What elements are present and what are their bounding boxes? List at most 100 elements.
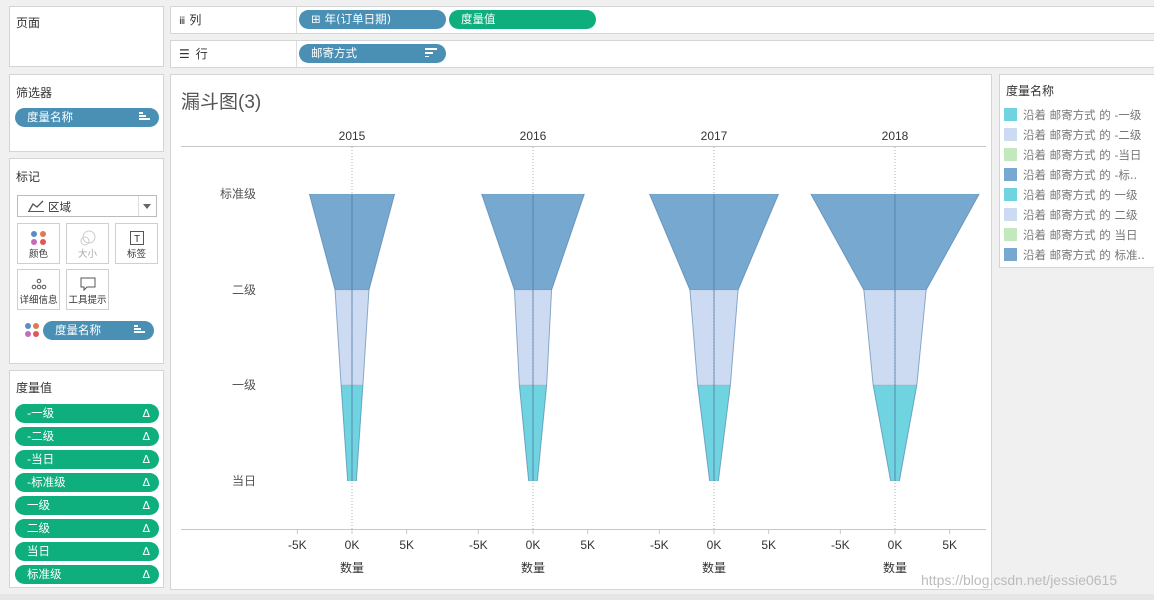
mark-type-label: 区域 [48, 200, 71, 214]
measure-values-card-title: 度量值 [16, 381, 53, 395]
legend-label: 沿着 邮寄方式 的 -标.. [1023, 168, 1138, 182]
color-button[interactable]: 颜色 [17, 223, 60, 264]
rows-shelf[interactable]: ☰ 行 邮寄方式 [170, 40, 1154, 68]
ship-mode-pill[interactable]: 邮寄方式 [299, 44, 446, 63]
y-axis-label: 一级 [232, 378, 256, 392]
measure-value-pill[interactable]: -标准级 Δ [15, 473, 159, 492]
delta-icon: Δ [142, 499, 150, 512]
tooltip-bubble-icon [67, 276, 108, 292]
detail-button[interactable]: 详细信息 [17, 269, 60, 310]
filters-card-title: 筛选器 [16, 86, 53, 100]
rows-shelf-label: ☰ 行 [179, 47, 208, 61]
filters-card: 筛选器 度量名称 [9, 74, 164, 152]
chevron-down-icon [143, 204, 151, 209]
x-tick-label: 5K [761, 538, 776, 552]
marks-card-title: 标记 [16, 170, 41, 184]
label-button[interactable]: T 标签 [115, 223, 158, 264]
legend-label: 沿着 邮寄方式 的 当日 [1023, 228, 1138, 242]
legend-card: 度量名称 沿着 邮寄方式 的 -一级 沿着 邮寄方式 的 -二级 沿着 邮寄方式 的… [999, 74, 1154, 268]
measure-value-pill[interactable]: -一级 Δ [15, 404, 159, 423]
filter-measure-names-pill[interactable]: 度量名称 [15, 108, 159, 127]
chart-view: 漏斗图(3) 标准级二级一级当日 2015 -5K 0K 5K 数量 2016 -5K 0K 5K 数… [170, 74, 992, 590]
columns-icon: iii [179, 16, 185, 27]
x-axis-title: 数量 [883, 560, 907, 575]
color-palette-icon [24, 322, 40, 341]
legend-label: 沿着 邮寄方式 的 -当日 [1023, 148, 1142, 162]
x-tick-label: 0K [345, 538, 360, 552]
rows-icon: ☰ [179, 47, 190, 61]
watermark: https://blog.csdn.net/jessie0615 [921, 572, 1118, 588]
delta-icon: Δ [142, 568, 150, 581]
funnel-chart: 漏斗图(3) 标准级二级一级当日 2015 -5K 0K 5K 数量 2016 -5K 0K 5K 数… [181, 91, 986, 575]
y-axis-label: 二级 [232, 283, 256, 297]
x-tick-label: 0K [707, 538, 722, 552]
x-tick-label: 0K [888, 538, 903, 552]
columns-shelf[interactable]: iii 列 ⊞ 年(订单日期) 度量值 [170, 6, 1154, 34]
measure-value-pill[interactable]: 当日 Δ [15, 542, 159, 561]
delta-icon: Δ [142, 476, 150, 489]
year-header: 2017 [701, 129, 728, 143]
x-tick-label: -5K [650, 538, 669, 552]
x-tick-label: 0K [526, 538, 541, 552]
legend-label: 沿着 邮寄方式 的 -一级 [1023, 108, 1142, 122]
filter-list-icon [134, 321, 145, 340]
legend-swatch [1004, 248, 1017, 261]
legend-label: 沿着 邮寄方式 的 二级 [1023, 208, 1138, 222]
measure-value-pill[interactable]: -二级 Δ [15, 427, 159, 446]
tooltip-button[interactable]: 工具提示 [66, 269, 109, 310]
color-measure-names-pill[interactable]: 度量名称 [43, 321, 154, 340]
measure-values-card: 度量值 -一级 Δ -二级 Δ -当日 Δ -标准级 Δ 一级 Δ 二级 Δ 当日 Δ 标准级 Δ [9, 370, 164, 588]
legend-swatch [1004, 128, 1017, 141]
sort-descending-icon[interactable] [425, 44, 437, 63]
area-chart-icon [28, 200, 44, 212]
text-label-icon: T [116, 230, 157, 246]
x-axis-title: 数量 [702, 560, 726, 575]
x-axis-title: 数量 [340, 560, 364, 575]
measure-values-pill[interactable]: 度量值 [449, 10, 596, 29]
y-axis-label: 标准级 [220, 187, 256, 201]
pages-card-title: 页面 [16, 16, 41, 30]
year-header: 2016 [520, 129, 547, 143]
marks-card: 标记 区域 颜色 大小 T 标签 详细信息 工具提示 度量名称 [9, 158, 164, 364]
year-header: 2015 [339, 129, 366, 143]
legend-swatch [1004, 208, 1017, 221]
pages-card: 页面 [9, 6, 164, 67]
y-axis-label: 当日 [232, 474, 256, 488]
size-button[interactable]: 大小 [66, 223, 109, 264]
delta-icon: Δ [142, 453, 150, 466]
legend-swatch [1004, 228, 1017, 241]
measure-value-pill[interactable]: 二级 Δ [15, 519, 159, 538]
x-tick-label: -5K [831, 538, 850, 552]
year-order-date-pill[interactable]: ⊞ 年(订单日期) [299, 10, 446, 29]
legend-swatch [1004, 188, 1017, 201]
legend-swatch [1004, 148, 1017, 161]
x-tick-label: 5K [942, 538, 957, 552]
measure-value-pill[interactable]: 一级 Δ [15, 496, 159, 515]
legend-swatch [1004, 168, 1017, 181]
expand-plus-icon: ⊞ [311, 12, 321, 26]
legend-label: 沿着 邮寄方式 的 -二级 [1023, 128, 1142, 142]
mark-type-dropdown[interactable]: 区域 [17, 195, 157, 217]
columns-shelf-label: iii 列 [179, 13, 202, 27]
chart-title: 漏斗图(3) [181, 91, 261, 113]
measure-value-pill[interactable]: -当日 Δ [15, 450, 159, 469]
legend-title: 度量名称 [1006, 84, 1055, 98]
x-tick-label: -5K [288, 538, 307, 552]
delta-icon: Δ [142, 407, 150, 420]
legend-label: 沿着 邮寄方式 的 一级 [1023, 188, 1138, 202]
measure-value-pill[interactable]: 标准级 Δ [15, 565, 159, 584]
x-tick-label: -5K [469, 538, 488, 552]
year-header: 2018 [882, 129, 909, 143]
delta-icon: Δ [142, 545, 150, 558]
x-axis-title: 数量 [521, 560, 545, 575]
bottom-tab-strip [0, 594, 1154, 600]
svg-text:T: T [133, 234, 139, 245]
delta-icon: Δ [142, 522, 150, 535]
color-palette-icon [18, 230, 59, 246]
detail-dots-icon [18, 276, 59, 292]
x-tick-label: 5K [399, 538, 414, 552]
legend-label: 沿着 邮寄方式 的 标准.. [1023, 248, 1145, 262]
size-circles-icon [67, 230, 108, 246]
legend-swatch [1004, 108, 1017, 121]
x-tick-label: 5K [580, 538, 595, 552]
